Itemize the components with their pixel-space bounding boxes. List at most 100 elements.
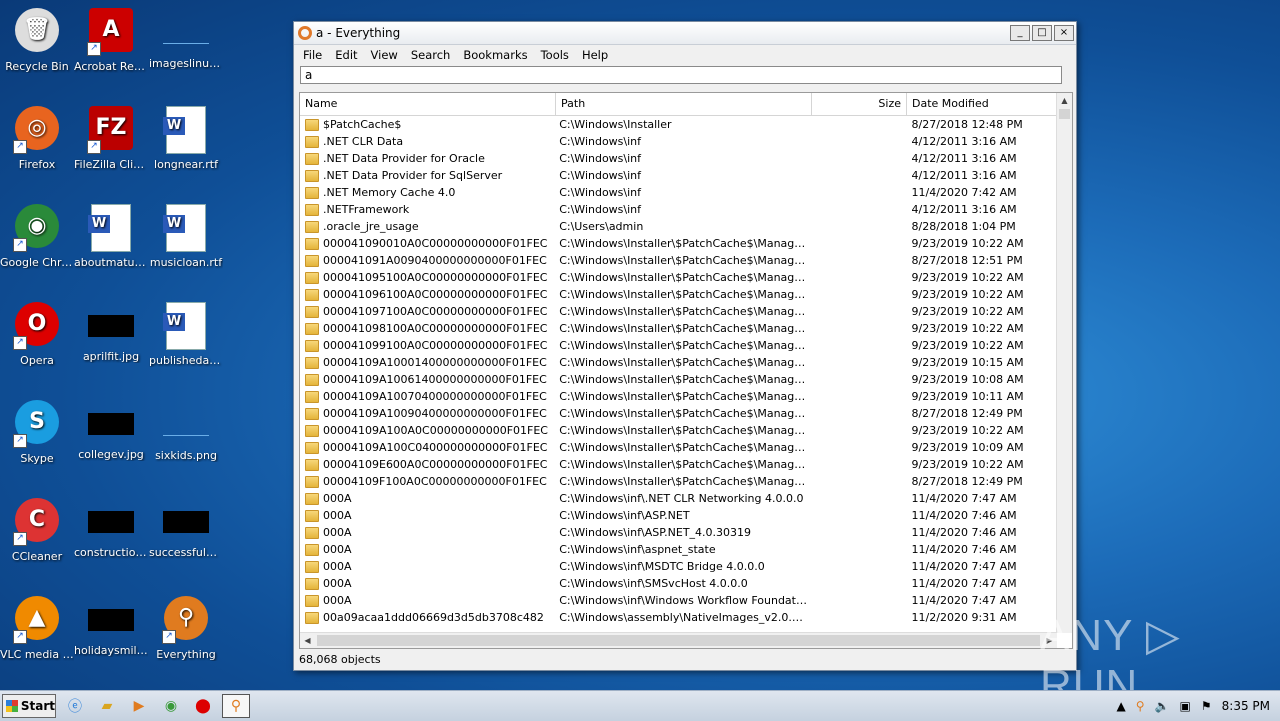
desktop-icon-aboutmatur[interactable]: Waboutmatur... [74, 204, 148, 269]
table-row[interactable]: 00004109A100C0400000000000F01FEC C:\Windo… [300, 439, 1057, 456]
desktop-icon-construction[interactable]: construction... [74, 498, 148, 559]
table-row[interactable]: 000041090010A0C00000000000F01FEC C:\Windo… [300, 235, 1057, 252]
table-row[interactable]: .NETFramework C:\Windows\inf 4/12/2011 3:1… [300, 201, 1057, 218]
desktop-icon-label: publishedar... [149, 354, 223, 367]
desktop-icon-everything[interactable]: ⚲ ↗ Everything [149, 596, 223, 661]
menu-help[interactable]: Help [577, 48, 616, 62]
row-name-cell: 00004109A100A0C00000000000F01FEC [300, 424, 553, 437]
menu-bookmarks[interactable]: Bookmarks [458, 48, 535, 62]
table-row[interactable]: 000041098100A0C00000000000F01FEC C:\Windo… [300, 320, 1057, 337]
explorer-taskbar-icon[interactable]: ▰ [94, 695, 120, 717]
flag-icon[interactable]: ⚑ [1201, 699, 1212, 713]
taskbar: Start ⓔ ▰ ▶ ◉ ⬤ ⚲ ▲ ⚲ 🔈 ▣ ⚑ 8:35 PM [0, 690, 1280, 721]
table-row[interactable]: 00004109A100A0C00000000000F01FEC C:\Windo… [300, 422, 1057, 439]
desktop-icon-holidaysmili[interactable]: holidaysmili... [74, 596, 148, 657]
table-row[interactable]: 00004109E600A0C00000000000F01FEC C:\Windo… [300, 456, 1057, 473]
everything-taskbar-icon[interactable]: ⚲ [222, 694, 250, 718]
desktop-icon-sixkids-png[interactable]: sixkids.png [149, 400, 223, 462]
desktop-icon-acrobat-reader[interactable]: A↗ Acrobat Reader DC [74, 8, 148, 73]
table-row[interactable]: $PatchCache$ C:\Windows\Installer 8/27/201… [300, 116, 1057, 133]
network-icon[interactable]: ▣ [1180, 699, 1191, 713]
table-row[interactable]: .oracle_jre_usage C:\Users\admin 8/28/2018… [300, 218, 1057, 235]
table-row[interactable]: 000A C:\Windows\inf\Windows Workflow Foun… [300, 592, 1057, 609]
menu-view[interactable]: View [366, 48, 406, 62]
opera-taskbar-icon[interactable]: ⬤ [190, 695, 216, 717]
row-date: 8/27/2018 12:49 PM [911, 475, 1023, 488]
desktop-icon-publishedar[interactable]: Wpublishedar... [149, 302, 223, 367]
table-row[interactable]: 000A C:\Windows\inf\.NET CLR Networking 4… [300, 490, 1057, 507]
table-row[interactable]: 000041099100A0C00000000000F01FEC C:\Windo… [300, 337, 1057, 354]
row-date: 4/12/2011 3:16 AM [911, 135, 1017, 148]
shortcut-arrow-icon: ↗ [87, 140, 101, 154]
desktop-icon-google-chrome[interactable]: ◉↗ Google Chrome [0, 204, 74, 269]
horizontal-scrollbar[interactable]: ◀ ▶ [300, 632, 1057, 648]
table-row[interactable]: .NET Data Provider for Oracle C:\Windows\… [300, 150, 1057, 167]
column-size-header[interactable]: Size [812, 93, 907, 115]
table-row[interactable]: 000041097100A0C00000000000F01FEC C:\Windo… [300, 303, 1057, 320]
table-row[interactable]: 000041096100A0C00000000000F01FEC C:\Windo… [300, 286, 1057, 303]
shortcut-arrow-icon: ↗ [87, 42, 101, 56]
scroll-up-icon[interactable]: ▲ [1057, 93, 1072, 108]
scroll-left-icon[interactable]: ◀ [300, 636, 315, 645]
desktop-icon-opera[interactable]: O ↗ Opera [0, 302, 74, 367]
maximize-button[interactable]: □ [1032, 25, 1052, 41]
menu-edit[interactable]: Edit [330, 48, 365, 62]
table-row[interactable]: .NET Data Provider for SqlServer C:\Windo… [300, 167, 1057, 184]
scroll-thumb[interactable] [1059, 109, 1070, 119]
table-row[interactable]: 00004109F100A0C00000000000F01FEC C:\Windo… [300, 473, 1057, 490]
clock[interactable]: 8:35 PM [1222, 699, 1270, 713]
desktop-icon-ccleaner[interactable]: C ↗ CCleaner [0, 498, 74, 563]
desktop-icon-firefox[interactable]: ◎ ↗ Firefox [0, 106, 74, 171]
chrome-taskbar-icon[interactable]: ◉ [158, 695, 184, 717]
desktop-icon-recycle-bin[interactable]: 🗑 Recycle Bin [0, 8, 74, 73]
title-bar[interactable]: a - Everything _ □ × [294, 22, 1076, 45]
show-hidden-icons-icon[interactable]: ▲ [1117, 699, 1126, 713]
media-player-taskbar-icon[interactable]: ▶ [126, 695, 152, 717]
filezilla-icon: FZ ↗ [87, 106, 135, 154]
column-date-header[interactable]: Date Modified [907, 93, 1057, 115]
table-row[interactable]: 00a09acaa1ddd06669d3d5db3708c482 C:\Windo… [300, 609, 1057, 626]
ie-taskbar-icon[interactable]: ⓔ [62, 695, 88, 717]
row-path: C:\Windows\assembly\NativeImages_v2.0.50… [559, 611, 808, 624]
volume-icon[interactable]: 🔈 [1155, 699, 1170, 713]
desktop-icon-imageslinux[interactable]: imageslinux.... [149, 8, 223, 70]
table-row[interactable]: 00004109A10090400000000000F01FEC C:\Windo… [300, 405, 1057, 422]
desktop-icon-skype[interactable]: S ↗ Skype [0, 400, 74, 465]
table-row[interactable]: .NET CLR Data C:\Windows\inf 4/12/2011 3:1… [300, 133, 1057, 150]
row-name-cell: 00004109A100C0400000000000F01FEC [300, 441, 553, 454]
desktop-icon-successfulp[interactable]: successfulp... [149, 498, 223, 559]
table-row[interactable]: 000A C:\Windows\inf\aspnet_state 11/4/2020… [300, 541, 1057, 558]
desktop-icon-musicloan-rtf[interactable]: Wmusicloan.rtf [149, 204, 223, 269]
menu-tools[interactable]: Tools [536, 48, 577, 62]
close-button[interactable]: × [1054, 25, 1074, 41]
desktop-icon-vlc-media-player[interactable]: ▲↗ VLC media player [0, 596, 74, 661]
start-button[interactable]: Start [2, 694, 56, 718]
table-row[interactable]: 00004109A10070400000000000F01FEC C:\Windo… [300, 388, 1057, 405]
menu-file[interactable]: File [298, 48, 330, 62]
table-row[interactable]: 000A C:\Windows\inf\ASP.NET_4.0.30319 11/4… [300, 524, 1057, 541]
table-row[interactable]: .NET Memory Cache 4.0 C:\Windows\inf 11/4/… [300, 184, 1057, 201]
vertical-scrollbar[interactable]: ▲ [1056, 93, 1072, 633]
desktop-icon-longnear-rtf[interactable]: Wlongnear.rtf [149, 106, 223, 171]
everything-tray-icon[interactable]: ⚲ [1136, 699, 1145, 713]
minimize-button[interactable]: _ [1010, 25, 1030, 41]
row-date: 11/4/2020 7:46 AM [911, 543, 1017, 556]
table-row[interactable]: 000041095100A0C00000000000F01FEC C:\Windo… [300, 269, 1057, 286]
desktop-icon-filezilla[interactable]: FZ ↗ FileZilla Client [74, 106, 148, 171]
table-row[interactable]: 000A C:\Windows\inf\MSDTC Bridge 4.0.0.0 1… [300, 558, 1057, 575]
search-input[interactable]: a [300, 66, 1062, 84]
desktop-icon-label: Acrobat Reader DC [74, 60, 148, 73]
table-row[interactable]: 000041091A0090400000000000F01FEC C:\Windo… [300, 252, 1057, 269]
menu-search[interactable]: Search [406, 48, 459, 62]
table-row[interactable]: 000A C:\Windows\inf\SMSvcHost 4.0.0.0 11/4… [300, 575, 1057, 592]
column-name-header[interactable]: Name [300, 93, 556, 115]
row-date: 4/12/2011 3:16 AM [911, 152, 1017, 165]
table-row[interactable]: 00004109A10061400000000000F01FEC C:\Windo… [300, 371, 1057, 388]
table-row[interactable]: 000A C:\Windows\inf\ASP.NET 11/4/2020 7:46… [300, 507, 1057, 524]
desktop-icon-collegev-jpg[interactable]: collegev.jpg [74, 400, 148, 461]
desktop-icon-aprilfit-jpg[interactable]: aprilfit.jpg [74, 302, 148, 363]
table-row[interactable]: 00004109A10001400000000000F01FEC C:\Windo… [300, 354, 1057, 371]
column-path-header[interactable]: Path [556, 93, 812, 115]
row-name: 000041096100A0C00000000000F01FEC [323, 288, 548, 301]
hscroll-thumb[interactable] [317, 635, 1040, 646]
